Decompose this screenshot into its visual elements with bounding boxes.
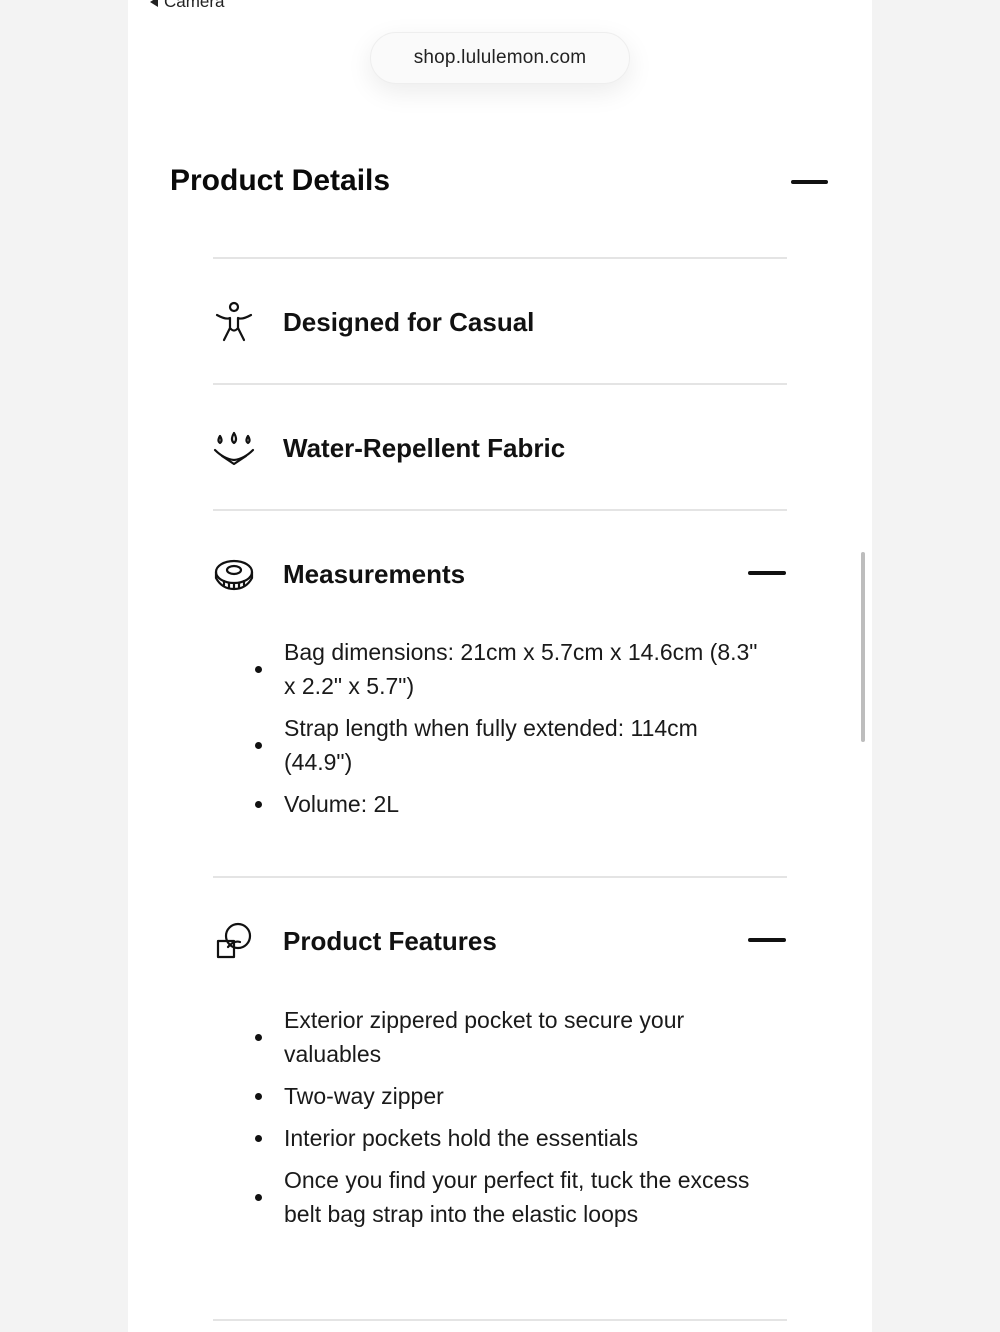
url-text: shop.lululemon.com <box>413 47 587 68</box>
measurements-collapse-button[interactable] <box>748 571 786 575</box>
list-item: Two-way zipper <box>255 1079 764 1113</box>
person-stretch-icon <box>212 300 256 344</box>
product-features-collapse-button[interactable] <box>748 938 786 942</box>
product-details-title: Product Details <box>170 164 391 197</box>
divider <box>213 509 787 511</box>
back-to-camera-link[interactable]: Camera <box>150 0 224 12</box>
list-item: Exterior zippered pocket to secure your … <box>255 1003 764 1071</box>
measuring-tape-icon <box>212 552 256 596</box>
product-features-list: Exterior zippered pocket to secure your … <box>255 1003 764 1239</box>
product-page: Camera shop.lululemon.com Product Detail… <box>128 0 872 1332</box>
section-designed-for-casual[interactable]: Designed for Casual <box>212 300 788 344</box>
back-arrow-icon <box>150 0 158 7</box>
divider <box>213 257 787 259</box>
section-label: Product Features <box>283 925 497 956</box>
background-right <box>872 0 1000 1332</box>
list-item: Bag dimensions: 21cm x 5.7cm x 14.6cm (8… <box>255 635 764 703</box>
divider <box>213 1319 787 1321</box>
product-details-collapse-button[interactable] <box>791 180 828 184</box>
features-circles-icon <box>212 919 256 963</box>
section-label: Water-Repellent Fabric <box>283 432 566 463</box>
list-item: Strap length when fully extended: 114cm … <box>255 711 764 779</box>
section-label: Designed for Casual <box>283 306 535 337</box>
page-scrollbar[interactable] <box>861 552 865 742</box>
url-bar[interactable]: shop.lululemon.com <box>370 32 630 84</box>
section-measurements[interactable]: Measurements <box>212 552 788 596</box>
divider <box>213 383 787 385</box>
list-item: Volume: 2L <box>255 787 764 821</box>
section-label: Measurements <box>283 558 466 589</box>
list-item: Once you find your perfect fit, tuck the… <box>255 1163 764 1231</box>
section-water-repellent-fabric[interactable]: Water-Repellent Fabric <box>212 426 788 470</box>
water-drops-icon <box>212 426 256 470</box>
background-left <box>0 0 128 1332</box>
divider <box>213 876 787 878</box>
measurements-list: Bag dimensions: 21cm x 5.7cm x 14.6cm (8… <box>255 635 764 829</box>
section-product-features[interactable]: Product Features <box>212 919 788 963</box>
list-item: Interior pockets hold the essentials <box>255 1121 764 1155</box>
back-link-label: Camera <box>164 0 225 11</box>
